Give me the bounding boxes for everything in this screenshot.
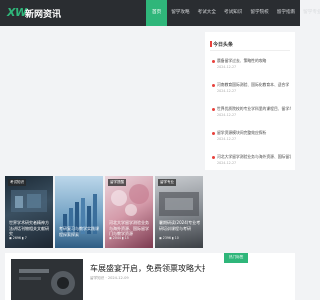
comment-count: 10 (174, 236, 179, 240)
nav-item-schools[interactable]: 留学院校 (246, 0, 272, 26)
news-image (11, 259, 83, 300)
bullet-dot (212, 132, 215, 135)
headline-date: 2024-12-27 (217, 113, 237, 117)
nav-item-exams[interactable]: 考试大全 (194, 0, 220, 26)
headline-date: 2024-12-27 (217, 89, 237, 93)
featured-tile[interactable]: 留学专业 暑期研读(2024)专业考研培训课程与考研 ◉ 2396 ▮ 10 (155, 176, 203, 248)
tile-meta: ◉ 2696 ▮ 7 (9, 236, 27, 240)
logo-mark[interactable]: XW (7, 6, 27, 19)
site-header: XW 新网资讯 首页 留学攻略 考试大全 考试知识 留学院校 留学指南 留学专业 (0, 0, 320, 26)
nav-item-guide[interactable]: 留学指南 (273, 0, 299, 26)
tile-title[interactable]: 暑期研读(2024)专业考研培训课程与考研 (159, 220, 201, 231)
divider (210, 50, 290, 51)
view-count: 2396 (162, 236, 171, 240)
headline-date: 2024-12-27 (217, 161, 237, 165)
main-nav: 首页 留学攻略 考试大全 考试知识 留学院校 留学指南 留学专业 (146, 0, 320, 26)
nav-item-home[interactable]: 首页 (146, 0, 168, 26)
headline-date: 2024-12-27 (217, 137, 237, 141)
headline-text[interactable]: 河南教育国际测验、国际化教育本、适合学 (217, 82, 291, 88)
tile-title[interactable]: 世界学术研究者精神方法讲话刊物相关文献研究 (9, 220, 51, 237)
tile-meta: ◉ 2396 ▮ 10 (159, 236, 179, 240)
headline-text[interactable]: 世界优质院校的专业学科里的课程目、留学与 (217, 106, 291, 112)
tags-panel (205, 253, 295, 300)
title-accent-bar (210, 41, 212, 47)
headline-text[interactable]: 晨备留学过去、策略性的攻略 (217, 58, 291, 64)
tags-title: 热门标签 (229, 255, 244, 259)
news-list-item[interactable]: 车展盛宴开启，免费领票攻略大揭秘 留学知识 · 2024-12-09 (5, 253, 218, 300)
headlines-title: 今日头条 (213, 42, 234, 48)
news-title[interactable]: 车展盛宴开启，免费领票攻略大揭秘 (90, 263, 218, 274)
nav-item-exam-knowledge[interactable]: 考试知识 (220, 0, 246, 26)
comment-count: 7 (24, 236, 27, 240)
tile-title[interactable]: 河北大学留学测验业务与海外资源、国际留学门与教学资源 (109, 220, 151, 237)
news-meta: 留学知识 · 2024-12-09 (90, 276, 129, 280)
logo-text[interactable]: 新网资讯 (25, 7, 61, 20)
headlines-panel: 今日头条 晨备留学过去、策略性的攻略 2024-12-27 河南教育国际测验、国… (205, 32, 295, 170)
featured-tile[interactable]: 留学提醒 河北大学留学测验业务与海外资源、国际留学门与教学资源 ◉ 2044 ▮… (105, 176, 153, 248)
tile-image (63, 194, 97, 234)
category-badge[interactable]: 考试知识 (8, 179, 26, 186)
bullet-dot (212, 84, 215, 87)
nav-item-study-abroad-guide[interactable]: 留学攻略 (167, 0, 193, 26)
bullet-dot (212, 156, 215, 159)
category-badge[interactable]: 留学提醒 (108, 179, 126, 186)
nav-item-majors[interactable]: 留学专业 (299, 0, 320, 26)
headline-text[interactable]: 河北大学留学测验业务与海外资源、国际留学门 (217, 154, 291, 160)
featured-tile[interactable]: 考研复习与教学实践课程探索探索 (55, 176, 103, 248)
headline-date: 2024-12-27 (217, 65, 237, 69)
headline-text[interactable]: 留学资源模块间完整效应探析 (217, 130, 291, 136)
view-count: 2044 (112, 236, 121, 240)
news-date: 2024-12-09 (107, 276, 129, 280)
tile-meta: ◉ 2044 ▮ 15 (109, 236, 129, 240)
news-category[interactable]: 留学知识 (90, 276, 104, 280)
bullet-dot (212, 60, 215, 63)
view-count: 2696 (12, 236, 21, 240)
tile-title[interactable]: 考研复习与教学实践课程探索探索 (59, 226, 101, 237)
category-badge[interactable]: 留学专业 (158, 179, 176, 186)
bullet-dot (212, 108, 215, 111)
featured-tile[interactable]: 考试知识 世界学术研究者精神方法讲话刊物相关文献研究 ◉ 2696 ▮ 7 (5, 176, 53, 248)
news-thumbnail[interactable] (11, 259, 83, 300)
comment-count: 15 (124, 236, 129, 240)
